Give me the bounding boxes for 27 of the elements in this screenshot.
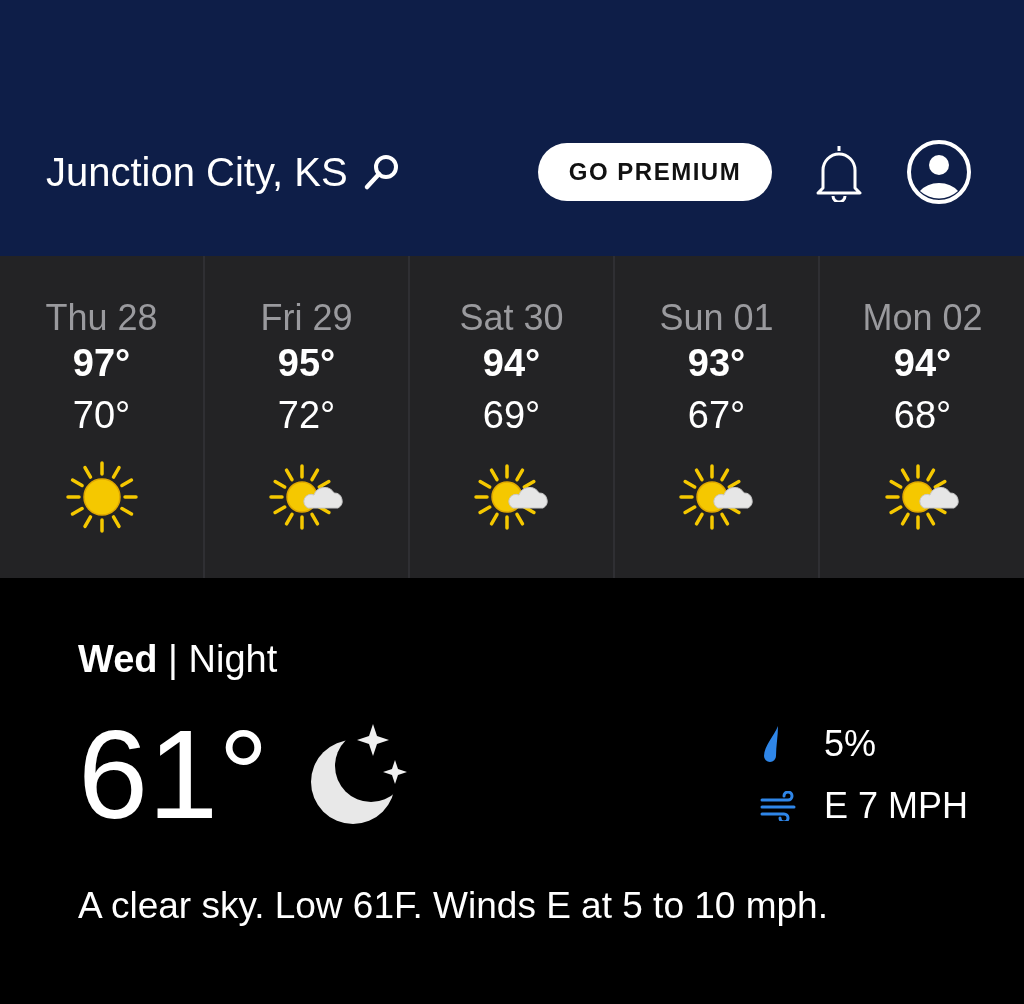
day-label: Mon 02 <box>862 298 983 338</box>
high-temperature: 94° <box>893 341 952 386</box>
forecast-day-card[interactable]: Thu 28 97° 70° <box>0 256 205 578</box>
forecast-day-card[interactable]: Fri 29 95° 72° <box>205 256 410 578</box>
high-temperature: 95° <box>277 341 336 386</box>
day-label: Fri 29 <box>260 298 353 338</box>
low-temperature: 67° <box>687 393 746 438</box>
day-label: Sun 01 <box>659 298 774 338</box>
wind-reading: E 7 MPH <box>823 785 968 827</box>
low-temperature: 68° <box>893 393 952 438</box>
day-label: Thu 28 <box>45 298 158 338</box>
current-temperature: 61° <box>78 705 269 845</box>
low-temperature: 70° <box>72 393 131 438</box>
location-name[interactable]: Junction City, KS <box>46 149 348 195</box>
high-temperature: 93° <box>687 341 746 386</box>
low-temperature: 69° <box>482 393 541 438</box>
forecast-day-card[interactable]: Sat 30 94° 69° <box>410 256 615 578</box>
precipitation-chance: 5% <box>823 723 877 765</box>
period-label: Wed | Night <box>78 638 279 681</box>
day-label: Sat 30 <box>459 298 564 338</box>
low-temperature: 72° <box>277 393 336 438</box>
high-temperature: 94° <box>482 341 541 386</box>
forecast-description: A clear sky. Low 61F. Winds E at 5 to 10 mph. <box>78 885 829 927</box>
go-premium-button[interactable]: GO PREMIUM <box>538 143 772 201</box>
forecast-day-card[interactable]: Sun 01 93° 67° <box>615 256 820 578</box>
forecast-day-card[interactable]: Mon 02 94° 68° <box>820 256 1024 578</box>
high-temperature: 97° <box>72 341 131 386</box>
